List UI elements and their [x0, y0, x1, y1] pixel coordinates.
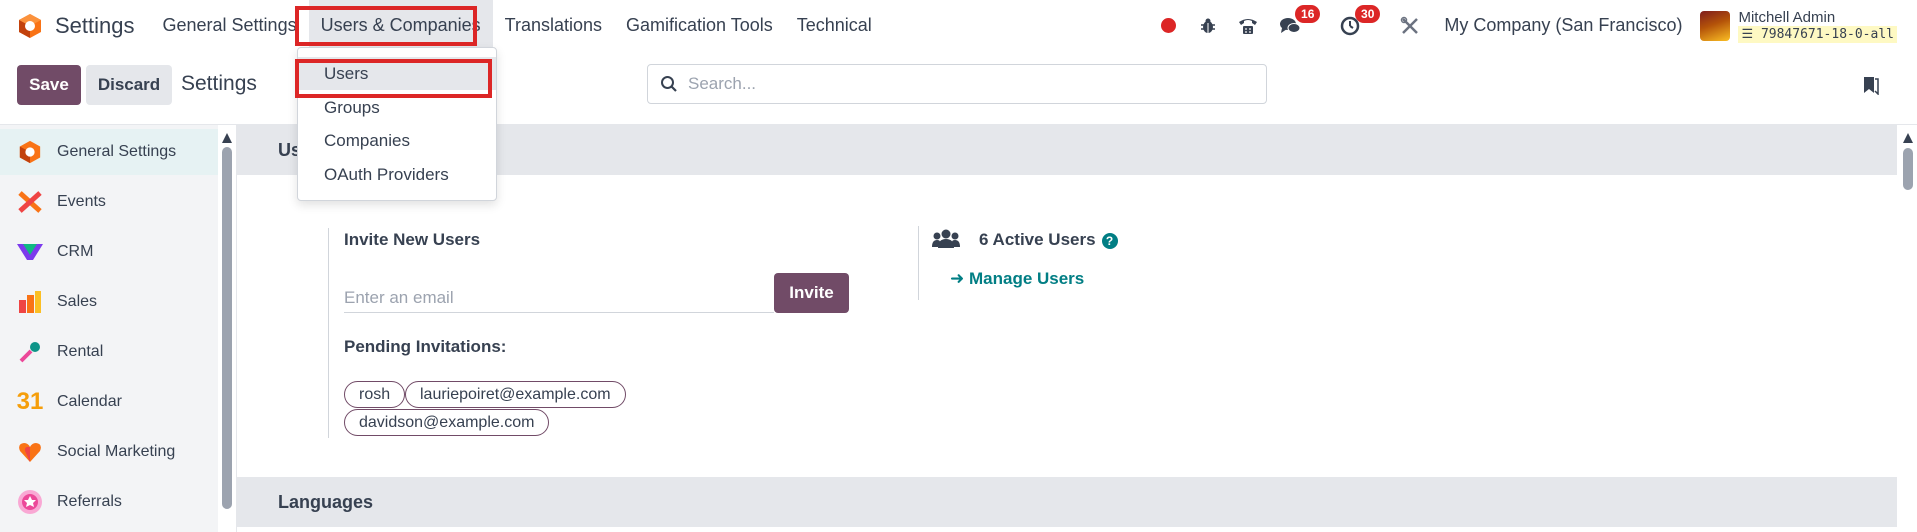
rental-app-icon	[17, 339, 43, 365]
events-app-icon	[17, 189, 43, 215]
menu-translations[interactable]: Translations	[493, 0, 614, 51]
invite-divider	[328, 228, 329, 438]
active-users-count: 6 Active Users?	[979, 230, 1118, 250]
users-group-icon	[932, 229, 960, 248]
sidebar-item-sales[interactable]: Sales	[0, 279, 218, 325]
sidebar-item-rental[interactable]: Rental	[0, 329, 218, 375]
phone-icon[interactable]	[1236, 14, 1260, 38]
sidebar-item-label: Social Marketing	[57, 443, 176, 460]
company-switcher[interactable]: My Company (San Francisco)	[1444, 15, 1682, 36]
debug-bug-icon[interactable]	[1196, 14, 1220, 38]
sidebar-item-label: Referrals	[57, 493, 122, 510]
referrals-app-icon	[17, 489, 43, 515]
top-navbar: Settings General Settings Users & Compan…	[0, 0, 1917, 51]
manage-users-label: Manage Users	[968, 269, 1085, 288]
invite-email-input[interactable]	[344, 283, 774, 313]
discard-button[interactable]: Discard	[86, 65, 172, 105]
activities-badge: 30	[1355, 4, 1381, 23]
user-avatar[interactable]	[1700, 10, 1731, 41]
recording-icon[interactable]	[1156, 14, 1180, 38]
search-input[interactable]	[688, 74, 1248, 94]
invite-button[interactable]: Invite	[774, 273, 849, 313]
sidebar-item-social-marketing[interactable]: Social Marketing	[0, 429, 218, 475]
sidebar-scrollbar[interactable]	[221, 131, 233, 145]
social-marketing-app-icon	[17, 439, 43, 465]
dropdown-item-users[interactable]: Users	[298, 57, 496, 90]
sidebar-scroll-thumb[interactable]	[222, 147, 232, 509]
sidebar-item-label: Sales	[57, 293, 98, 310]
sidebar-item-general-settings[interactable]: General Settings	[0, 129, 218, 175]
sidebar-item-referrals[interactable]: Referrals	[0, 479, 218, 525]
crm-app-icon	[17, 239, 43, 265]
activities-clock-icon[interactable]: 30	[1338, 4, 1381, 38]
messages-icon[interactable]: 16	[1278, 4, 1321, 38]
settings-app-icon	[17, 139, 43, 165]
tools-icon[interactable]	[1398, 14, 1422, 38]
main-scrollbar[interactable]	[1902, 131, 1914, 145]
search-bar[interactable]	[647, 64, 1267, 104]
messages-badge: 16	[1295, 4, 1321, 23]
dropdown-item-groups[interactable]: Groups	[298, 91, 496, 124]
pending-invitation-tag[interactable]: rosh	[344, 381, 406, 408]
menu-technical[interactable]: Technical	[785, 0, 884, 51]
sales-app-icon	[17, 289, 43, 315]
pending-invitation-tag[interactable]: davidson@example.com	[344, 409, 550, 436]
sidebar-item-crm[interactable]: CRM	[0, 229, 218, 275]
sidebar-item-label: CRM	[57, 243, 94, 260]
sidebar-item-label: Calendar	[57, 393, 122, 410]
pending-invitation-tag[interactable]: lauriepoiret@example.com	[405, 381, 626, 408]
bookmark-icon[interactable]	[1862, 75, 1880, 95]
database-icon: ☰	[1741, 26, 1754, 42]
main-scroll-thumb[interactable]	[1903, 148, 1913, 190]
sidebar-item-events[interactable]: Events	[0, 179, 218, 225]
active-users-label: 6 Active Users	[979, 230, 1096, 249]
breadcrumb: Settings	[181, 72, 257, 95]
dropdown-item-companies[interactable]: Companies	[298, 124, 496, 157]
database-tag: ☰ 79847671-18-0-all	[1738, 25, 1897, 43]
menu-general-settings[interactable]: General Settings	[151, 0, 309, 51]
calendar-number: 31	[16, 388, 44, 415]
arrow-right-icon: ➜	[950, 269, 965, 288]
menu-gamification-tools[interactable]: Gamification Tools	[614, 0, 785, 51]
user-menu[interactable]: Mitchell Admin ☰ 79847671-18-0-all	[1738, 9, 1897, 43]
manage-users-link[interactable]: ➜ Manage Users	[950, 269, 1084, 289]
database-name: 79847671-18-0-all	[1760, 26, 1894, 42]
settings-logo-icon[interactable]	[17, 13, 43, 39]
help-icon[interactable]: ?	[1101, 232, 1118, 249]
calendar-app-icon: 31	[16, 388, 44, 415]
pending-invitations-label: Pending Invitations:	[344, 337, 507, 356]
sidebar-item-label: Events	[57, 193, 106, 210]
app-name[interactable]: Settings	[55, 13, 135, 39]
users-divider	[918, 226, 919, 300]
languages-section-header: Languages	[237, 477, 1897, 527]
users-companies-dropdown: Users Groups Companies OAuth Providers	[297, 47, 497, 201]
sidebar-item-label: General Settings	[57, 143, 177, 160]
sidebar-item-calendar[interactable]: 31 Calendar	[0, 379, 218, 425]
user-name: Mitchell Admin	[1738, 8, 1836, 26]
dropdown-item-oauth-providers[interactable]: OAuth Providers	[298, 158, 496, 191]
languages-section-title: Languages	[278, 491, 374, 512]
systray: 16 30 My Company (San Francisco) Mitchel…	[1148, 0, 1917, 51]
save-button[interactable]: Save	[17, 65, 81, 105]
menu-users-companies[interactable]: Users & Companies	[308, 0, 493, 51]
search-icon	[661, 76, 677, 92]
invite-label: Invite New Users	[344, 230, 481, 249]
sidebar-item-label: Rental	[57, 343, 104, 360]
